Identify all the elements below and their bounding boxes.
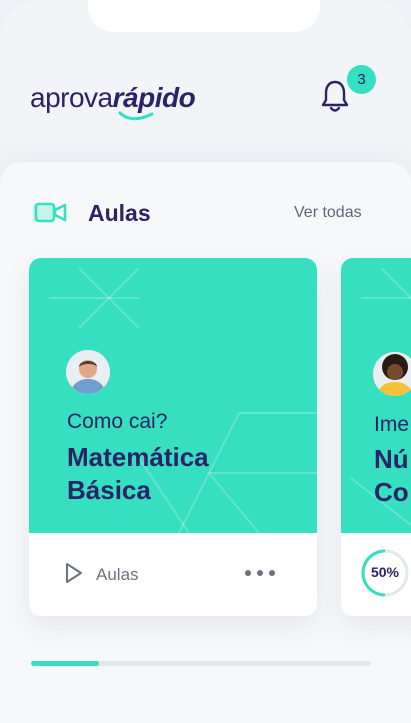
teacher-avatar <box>66 350 110 394</box>
card-title-line2: Co <box>374 477 409 507</box>
see-all-link[interactable]: Ver todas <box>294 204 362 222</box>
card-title-line1: Matemática <box>67 442 209 472</box>
device-notch <box>88 0 320 32</box>
carousel-progress-track <box>31 661 371 666</box>
card-title-line2: Básica <box>67 475 151 505</box>
card-banner: Ime Nú Co <box>341 258 411 533</box>
teacher-avatar-image <box>373 352 411 396</box>
logo-swoosh-icon <box>118 111 154 121</box>
lesson-card[interactable]: Como cai? Matemática Básica Aulas <box>29 258 317 616</box>
more-options-button[interactable] <box>245 570 275 576</box>
video-camera-icon <box>33 202 67 223</box>
play-icon <box>66 563 82 583</box>
app-logo: aprovarápido <box>30 82 196 114</box>
app-screen: aprovarápido 3 Aulas Ver todas Como cai?… <box>0 0 411 723</box>
lesson-card-next[interactable]: Ime Nú Co 50% <box>341 258 411 616</box>
carousel-progress-fill <box>31 661 99 666</box>
more-dot-icon <box>257 570 263 576</box>
logo-bold-text: rápido <box>112 82 196 113</box>
teacher-avatar-image <box>66 350 110 394</box>
notification-bell-icon[interactable] <box>320 78 350 114</box>
card-footer-label: Aulas <box>96 565 139 584</box>
card-title-line1: Nú <box>374 444 409 474</box>
section-title: Aulas <box>88 200 151 226</box>
more-dot-icon <box>245 570 251 576</box>
progress-label: 50% <box>370 564 400 580</box>
card-subtitle: Como cai? <box>67 410 168 433</box>
notification-badge[interactable]: 3 <box>347 65 376 94</box>
card-banner: Como cai? Matemática Básica <box>29 258 317 533</box>
teacher-avatar <box>373 352 411 396</box>
more-dot-icon <box>269 570 275 576</box>
logo-light-text: aprova <box>30 82 113 113</box>
card-subtitle: Ime <box>374 413 410 436</box>
